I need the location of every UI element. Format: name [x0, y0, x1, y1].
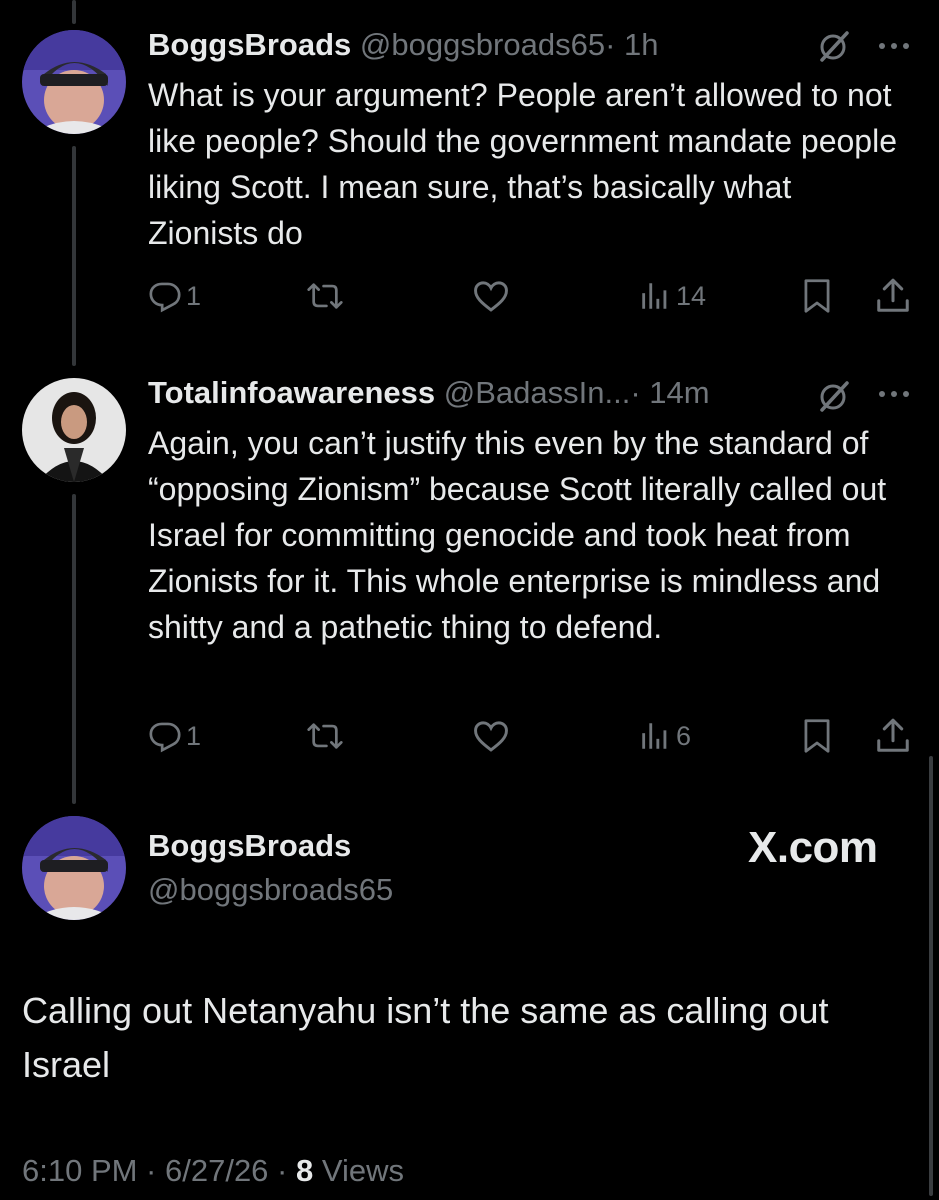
- retweet-icon: [307, 723, 343, 749]
- like-icon: [474, 721, 508, 752]
- main-author-name[interactable]: BoggsBroads: [148, 826, 351, 866]
- author-handle[interactable]: @BadassIn...: [444, 375, 631, 410]
- tweet-1-header: BoggsBroads @boggsbroads65· 1h: [148, 26, 659, 64]
- tweet-1-actions: 1 14: [148, 274, 918, 318]
- view-count: 6: [676, 720, 692, 751]
- grok-icon[interactable]: [816, 378, 852, 419]
- more-icon[interactable]: [876, 384, 912, 409]
- tweet-time[interactable]: · 14m: [630, 375, 709, 410]
- tweet-date[interactable]: 6:10 PM · 6/27/26 ·: [22, 1153, 296, 1188]
- tweet-2-text: Again, you can’t justify this even by th…: [148, 425, 887, 645]
- xcom-watermark: X.com: [748, 823, 878, 872]
- views-button[interactable]: 14: [638, 274, 706, 318]
- reply-icon: [149, 722, 181, 753]
- like-icon: [474, 281, 508, 312]
- share-button[interactable]: [874, 274, 912, 318]
- reply-icon: [149, 282, 181, 313]
- like-button[interactable]: [472, 274, 510, 318]
- share-icon: [877, 278, 909, 312]
- bookmark-button[interactable]: [800, 714, 834, 758]
- more-icon[interactable]: [876, 36, 912, 61]
- thread-line-2: [72, 494, 76, 804]
- retweet-button[interactable]: [306, 714, 344, 758]
- bookmark-icon: [804, 279, 830, 313]
- share-icon: [877, 718, 909, 752]
- view-count: 8: [295, 1153, 314, 1188]
- author-name[interactable]: Totalinfoawareness: [148, 375, 435, 410]
- tweet-time[interactable]: · 1h: [605, 27, 658, 62]
- main-tweet-meta: 6:10 PM · 6/27/26 · 8 Views: [22, 1150, 404, 1192]
- avatar-totalinfoawareness[interactable]: [22, 378, 126, 482]
- avatar-boggsbroads[interactable]: [22, 30, 126, 134]
- reply-count: 1: [186, 720, 202, 751]
- views-label: Views: [313, 1153, 404, 1188]
- retweet-button[interactable]: [306, 274, 344, 318]
- tweet-1-text: What is your argument? People aren’t all…: [148, 77, 897, 251]
- retweet-icon: [307, 283, 343, 309]
- grok-icon[interactable]: [816, 28, 852, 69]
- reply-button[interactable]: 1: [148, 714, 201, 758]
- bookmark-icon: [804, 719, 830, 753]
- main-author-handle[interactable]: @boggsbroads65: [148, 870, 393, 910]
- main-tweet-text: Calling out Netanyahu isn’t the same as …: [22, 990, 829, 1085]
- scrollbar[interactable]: [929, 756, 933, 1196]
- tweet-2-header: Totalinfoawareness @BadassIn...· 14m: [148, 374, 710, 412]
- views-button[interactable]: 6: [638, 714, 691, 758]
- view-count: 14: [676, 280, 707, 311]
- thread-line-1: [72, 146, 76, 366]
- views-icon: [642, 723, 667, 749]
- reply-button[interactable]: 1: [148, 274, 201, 318]
- tweet-2-actions: 1 6: [148, 714, 918, 758]
- share-button[interactable]: [874, 714, 912, 758]
- avatar-boggsbroads[interactable]: [22, 816, 126, 920]
- bookmark-button[interactable]: [800, 274, 834, 318]
- like-button[interactable]: [472, 714, 510, 758]
- thread-line-top: [72, 0, 76, 24]
- views-icon: [642, 283, 667, 309]
- author-handle[interactable]: @boggsbroads65: [360, 27, 605, 62]
- author-name[interactable]: BoggsBroads: [148, 27, 351, 62]
- reply-count: 1: [186, 280, 202, 311]
